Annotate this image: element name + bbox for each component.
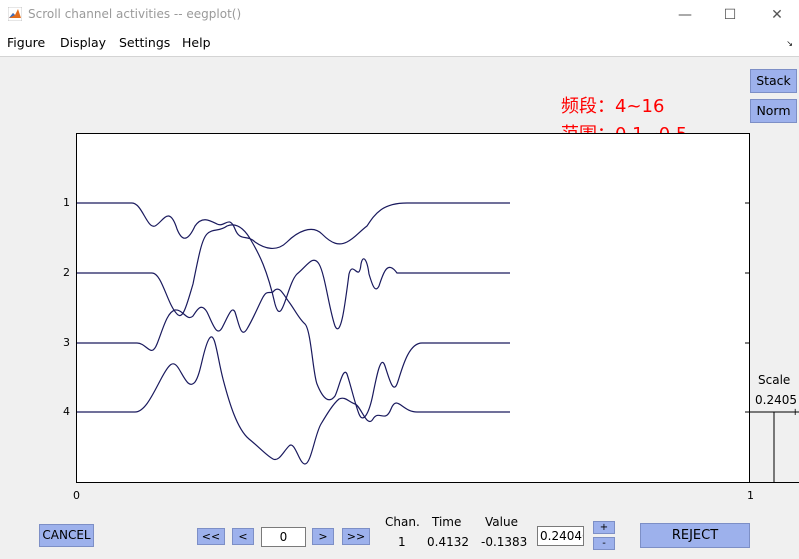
channel-label-1: 1 — [63, 196, 70, 209]
annotation-band: 频段：4~16 — [561, 96, 665, 117]
eeg-trace-channel-1 — [77, 202, 510, 249]
decrease-spacing-button[interactable]: - — [593, 537, 615, 550]
value-label: Value — [485, 515, 518, 529]
eeg-trace-channel-4 — [77, 336, 510, 465]
matlab-icon — [8, 7, 22, 21]
scale-label: Scale — [758, 373, 791, 387]
title-bar: Scroll channel activities -- eegplot() —… — [0, 0, 799, 30]
last-page-button[interactable]: >> — [342, 528, 370, 545]
time-value: 0.4132 — [427, 535, 469, 549]
dock-arrow-icon[interactable]: ↘ — [786, 39, 793, 48]
value-value: -0.1383 — [481, 535, 528, 549]
scale-value: 0.2405 — [755, 393, 797, 407]
channel-label-2: 2 — [63, 266, 70, 279]
menu-display[interactable]: Display — [60, 35, 106, 50]
x-axis-start-label: 0 — [73, 489, 80, 502]
window-title: Scroll channel activities -- eegplot() — [28, 7, 242, 21]
minimize-icon[interactable]: — — [670, 3, 700, 27]
stack-button[interactable]: Stack — [750, 69, 797, 93]
eeg-trace-channel-3 — [77, 288, 510, 419]
maximize-icon[interactable]: ☐ — [715, 3, 745, 27]
increase-spacing-button[interactable]: + — [593, 521, 615, 534]
spacing-input[interactable]: 0.240463 — [537, 526, 584, 546]
close-icon[interactable]: ✕ — [762, 3, 792, 27]
chan-value: 1 — [398, 535, 406, 549]
time-label: Time — [432, 515, 462, 529]
channel-label-3: 3 — [63, 336, 70, 349]
eeg-traces — [77, 202, 749, 465]
menu-settings[interactable]: Settings — [119, 35, 170, 50]
next-page-button[interactable]: > — [312, 528, 334, 545]
menu-bar: Figure Display Settings Help ↘ — [0, 30, 799, 57]
norm-button[interactable]: Norm — [750, 99, 797, 123]
chan-label: Chan. — [385, 515, 420, 529]
x-axis-end-label: 1 — [747, 489, 754, 502]
scale-indicator: + — [750, 407, 799, 483]
channel-label-4: 4 — [63, 405, 70, 418]
eeg-plot-area[interactable] — [76, 133, 750, 483]
menu-figure[interactable]: Figure — [7, 35, 45, 50]
prev-page-button[interactable]: < — [232, 528, 254, 545]
svg-text:+: + — [791, 407, 799, 418]
cancel-button[interactable]: CANCEL — [39, 524, 94, 547]
first-page-button[interactable]: << — [197, 528, 225, 545]
position-input[interactable]: 0 — [261, 527, 306, 547]
reject-button[interactable]: REJECT — [640, 523, 750, 548]
eeg-trace-channel-2 — [77, 224, 510, 330]
menu-help[interactable]: Help — [182, 35, 211, 50]
